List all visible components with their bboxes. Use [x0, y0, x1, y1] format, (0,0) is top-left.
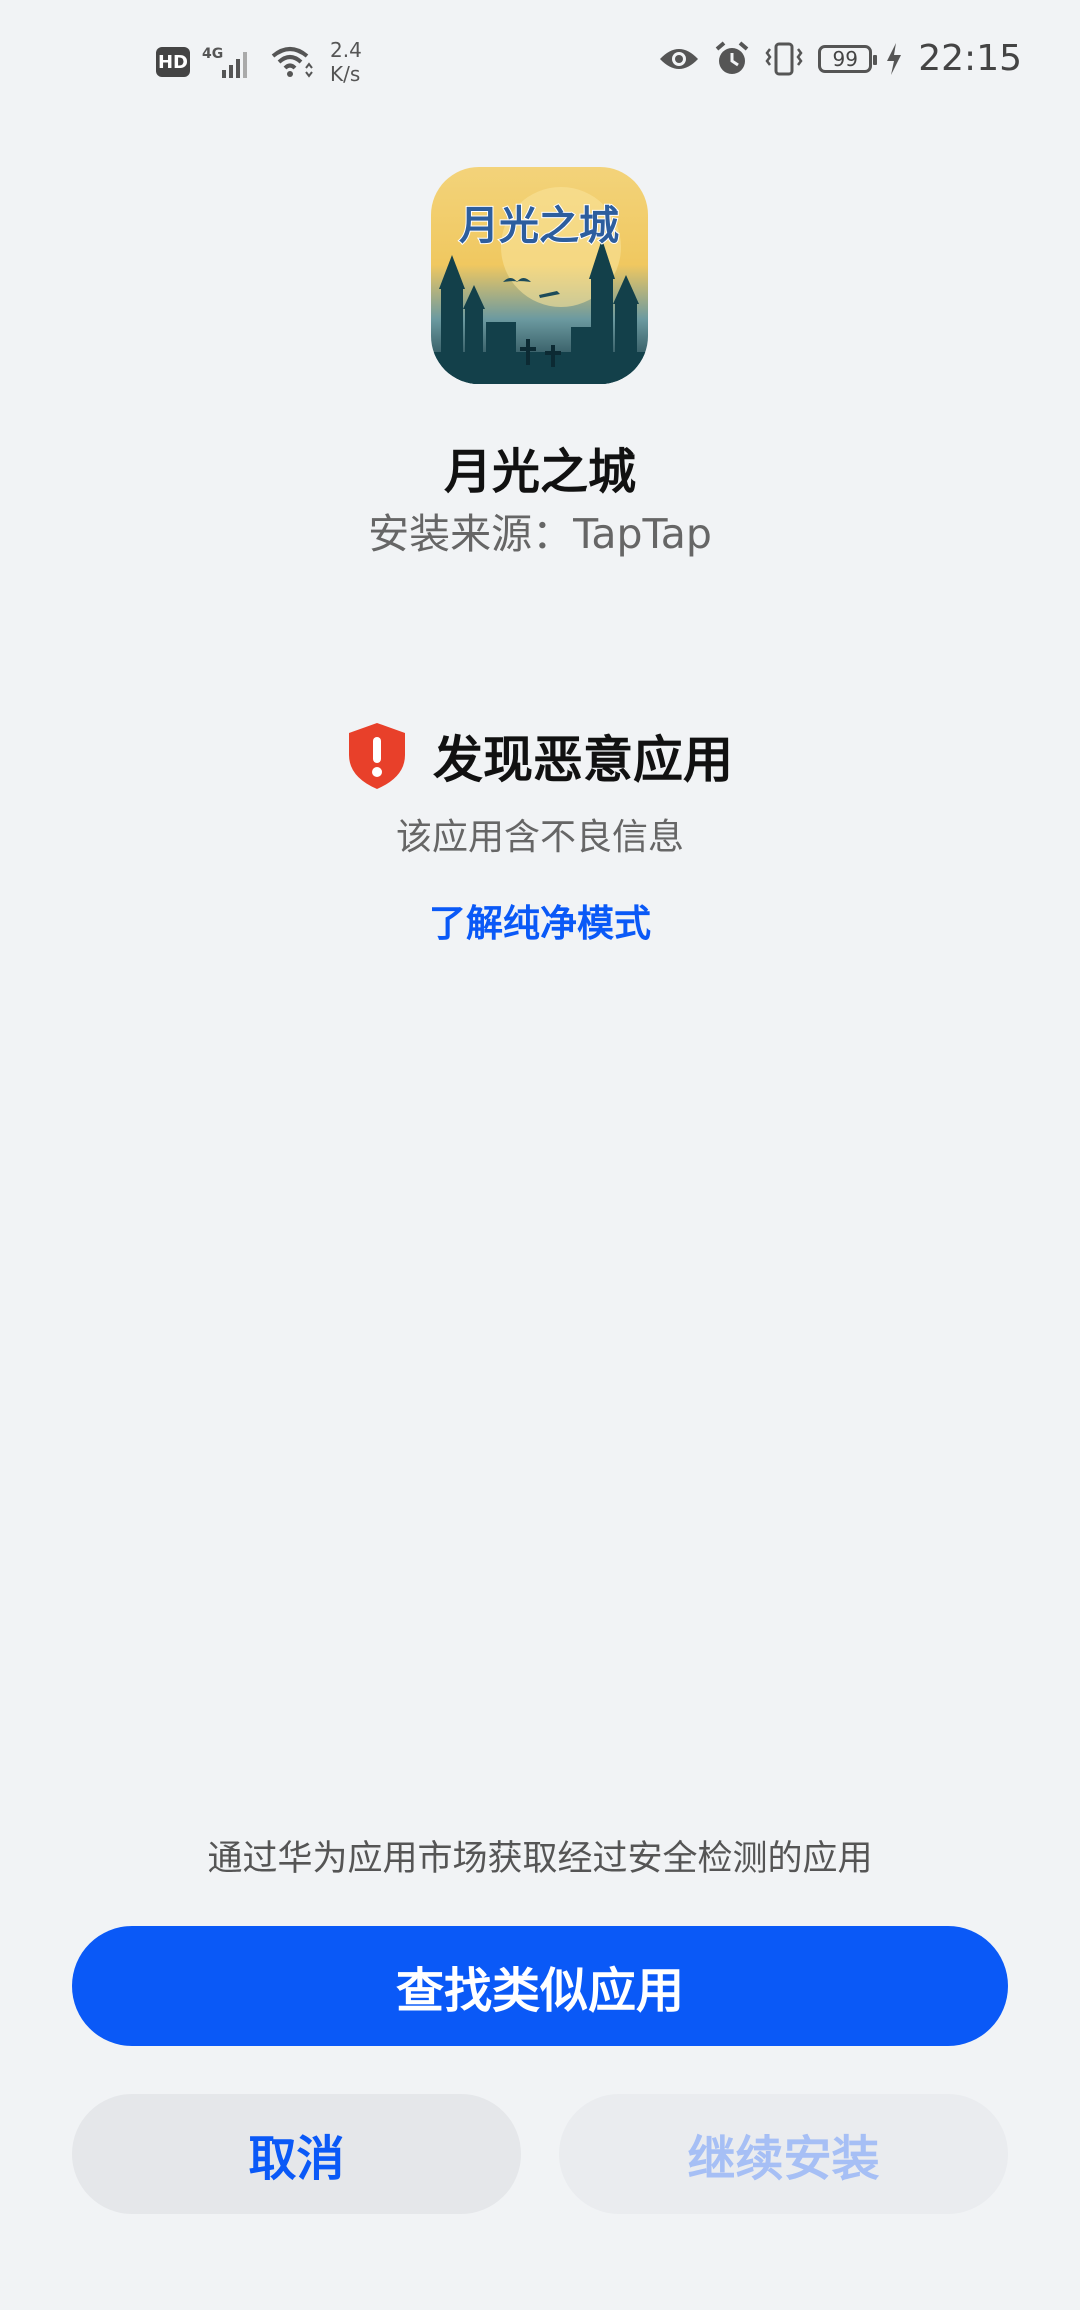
hd-icon: HD	[156, 47, 190, 77]
warning-shield-icon	[349, 723, 405, 789]
status-left: HD 4G 2.4 K/s	[156, 38, 362, 86]
vibrate-icon	[765, 42, 803, 75]
app-icon-title: 月光之城	[459, 203, 619, 249]
clock: 22:15	[918, 38, 1022, 79]
cancel-button[interactable]: 取消	[72, 2094, 521, 2214]
find-similar-apps-button[interactable]: 查找类似应用	[72, 1926, 1008, 2046]
app-icon: 月光之城	[431, 167, 648, 384]
signal-4g-icon: 4G	[202, 46, 247, 78]
alarm-icon	[715, 40, 749, 74]
status-right: 99 22:15	[658, 38, 1022, 79]
eye-icon	[660, 48, 699, 69]
network-speed-value: 2.4	[330, 38, 362, 62]
wifi-icon	[271, 47, 313, 78]
network-speed-unit: K/s	[330, 62, 361, 86]
learn-pure-mode-link[interactable]: 了解纯净模式	[0, 893, 1080, 947]
charging-icon	[887, 42, 902, 75]
malware-warning: 发现恶意应用	[0, 720, 1080, 792]
warning-title: 发现恶意应用	[433, 731, 733, 789]
battery-icon: 99	[818, 44, 878, 73]
svg-text:4G: 4G	[202, 46, 223, 62]
app-name: 月光之城	[443, 444, 636, 500]
status-bar: HD 4G 2.4 K/s 99 22:15	[0, 0, 1080, 120]
market-note: 通过华为应用市场获取经过安全检测的应用	[207, 1839, 873, 1879]
continue-install-button[interactable]: 继续安装	[559, 2094, 1008, 2214]
network-speed: 2.4 K/s	[330, 38, 362, 86]
install-source: 安装来源：TapTap	[368, 510, 712, 558]
warning-subtitle: 该应用含不良信息	[395, 817, 684, 858]
